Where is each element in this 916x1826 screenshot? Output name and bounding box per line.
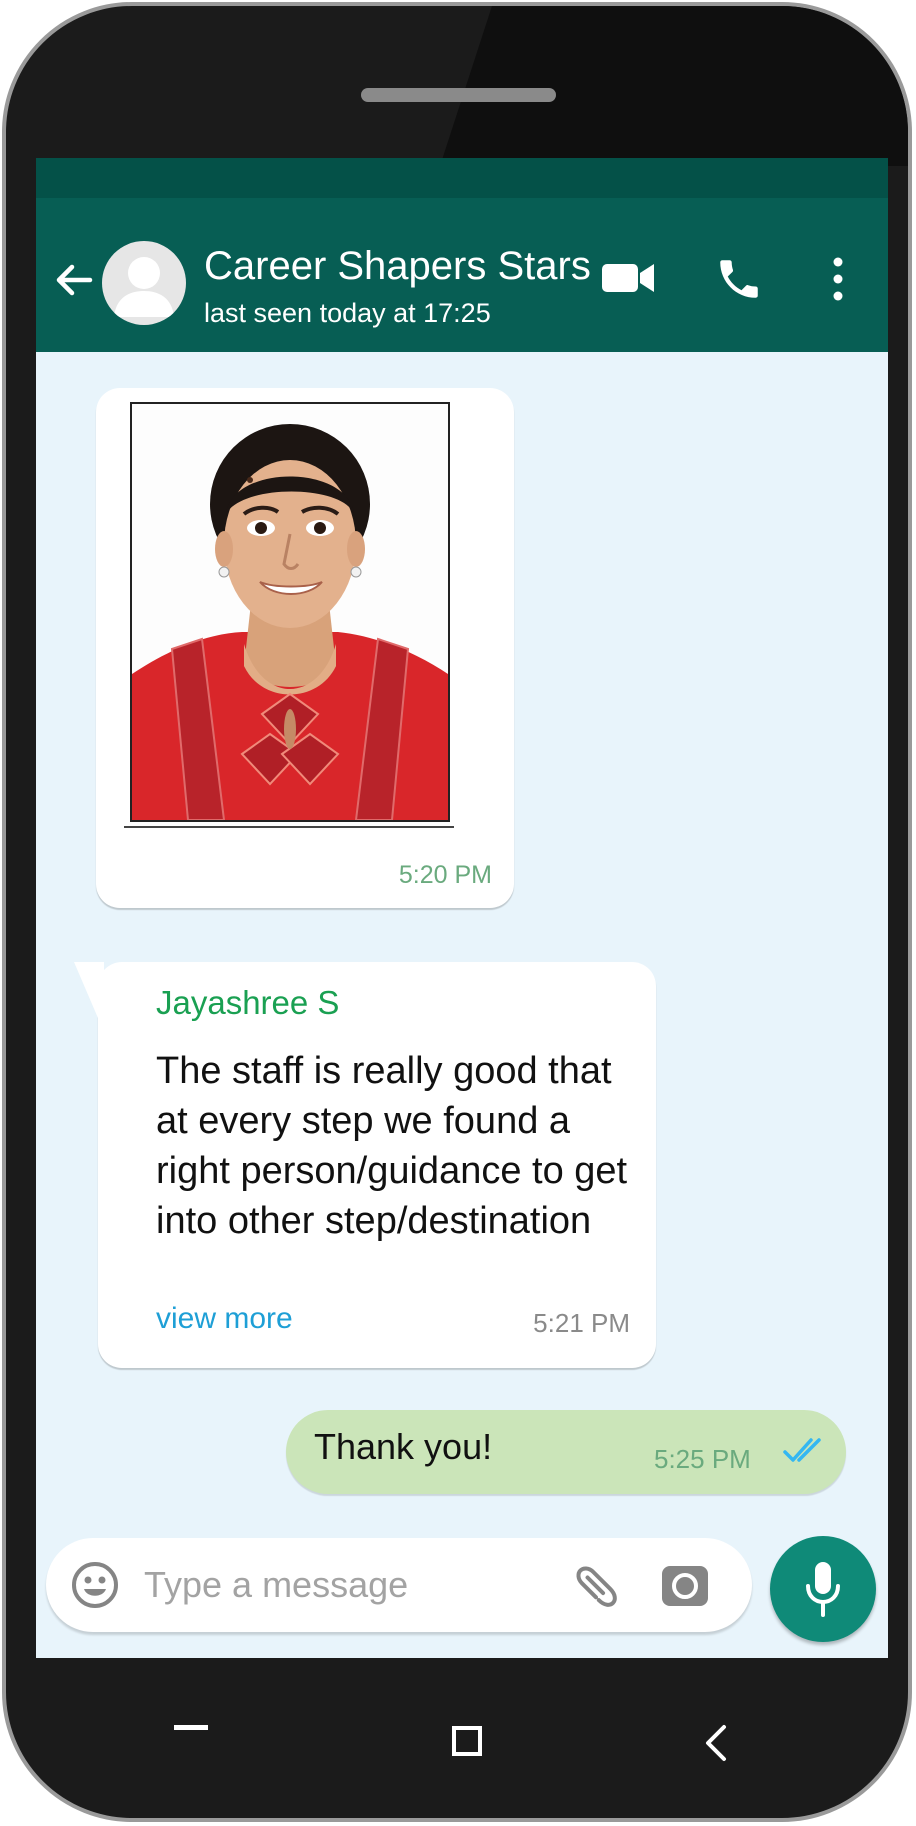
mic-icon (806, 1562, 840, 1617)
photo-frame (124, 396, 454, 828)
double-tick-icon (783, 1438, 821, 1462)
phone-speaker (361, 88, 556, 102)
status-bar (36, 158, 888, 198)
incoming-message-bubble[interactable]: Jayashree S The staff is really good tha… (74, 962, 656, 1368)
message-time: 5:25 PM (654, 1444, 751, 1474)
more-vert-icon[interactable] (826, 254, 850, 304)
phone-icon[interactable] (714, 254, 764, 304)
sender-name[interactable]: Jayashree S (156, 984, 339, 1022)
passport-photo[interactable] (130, 402, 450, 822)
chat-title[interactable]: Career Shapers Stars (204, 244, 591, 289)
phone-frame: Career Shapers Stars last seen today at … (2, 2, 912, 1822)
video-call-icon[interactable] (600, 258, 656, 298)
message-input[interactable] (144, 1558, 474, 1612)
voice-record-button[interactable] (770, 1536, 876, 1642)
message-time: 5:21 PM (533, 1308, 630, 1338)
avatar-icon (114, 257, 174, 317)
portrait-image (132, 404, 448, 820)
chat-header: Career Shapers Stars last seen today at … (36, 198, 888, 352)
camera-icon[interactable] (660, 1562, 710, 1608)
nav-back-icon[interactable] (702, 1723, 730, 1763)
view-more-link[interactable]: view more (156, 1302, 293, 1336)
message-composer (46, 1538, 752, 1632)
message-text: Thank you! (314, 1426, 493, 1467)
outgoing-message-bubble[interactable]: Thank you! 5:25 PM (286, 1410, 846, 1494)
chat-screen: Career Shapers Stars last seen today at … (36, 158, 888, 1658)
message-time: 5:20 PM (398, 861, 492, 889)
emoji-icon[interactable] (70, 1560, 120, 1610)
back-arrow-icon[interactable] (52, 258, 96, 302)
phone-glare (440, 6, 908, 166)
attach-icon[interactable] (568, 1558, 624, 1614)
image-message-bubble[interactable]: 5:20 PM (96, 388, 514, 908)
message-text: The staff is really good that at every s… (156, 1050, 628, 1242)
bubble-tail (74, 962, 104, 1032)
last-seen-status: last seen today at 17:25 (204, 298, 491, 328)
avatar[interactable] (102, 241, 186, 325)
nav-recents-button[interactable] (174, 1725, 208, 1730)
nav-home-button[interactable] (452, 1726, 482, 1756)
